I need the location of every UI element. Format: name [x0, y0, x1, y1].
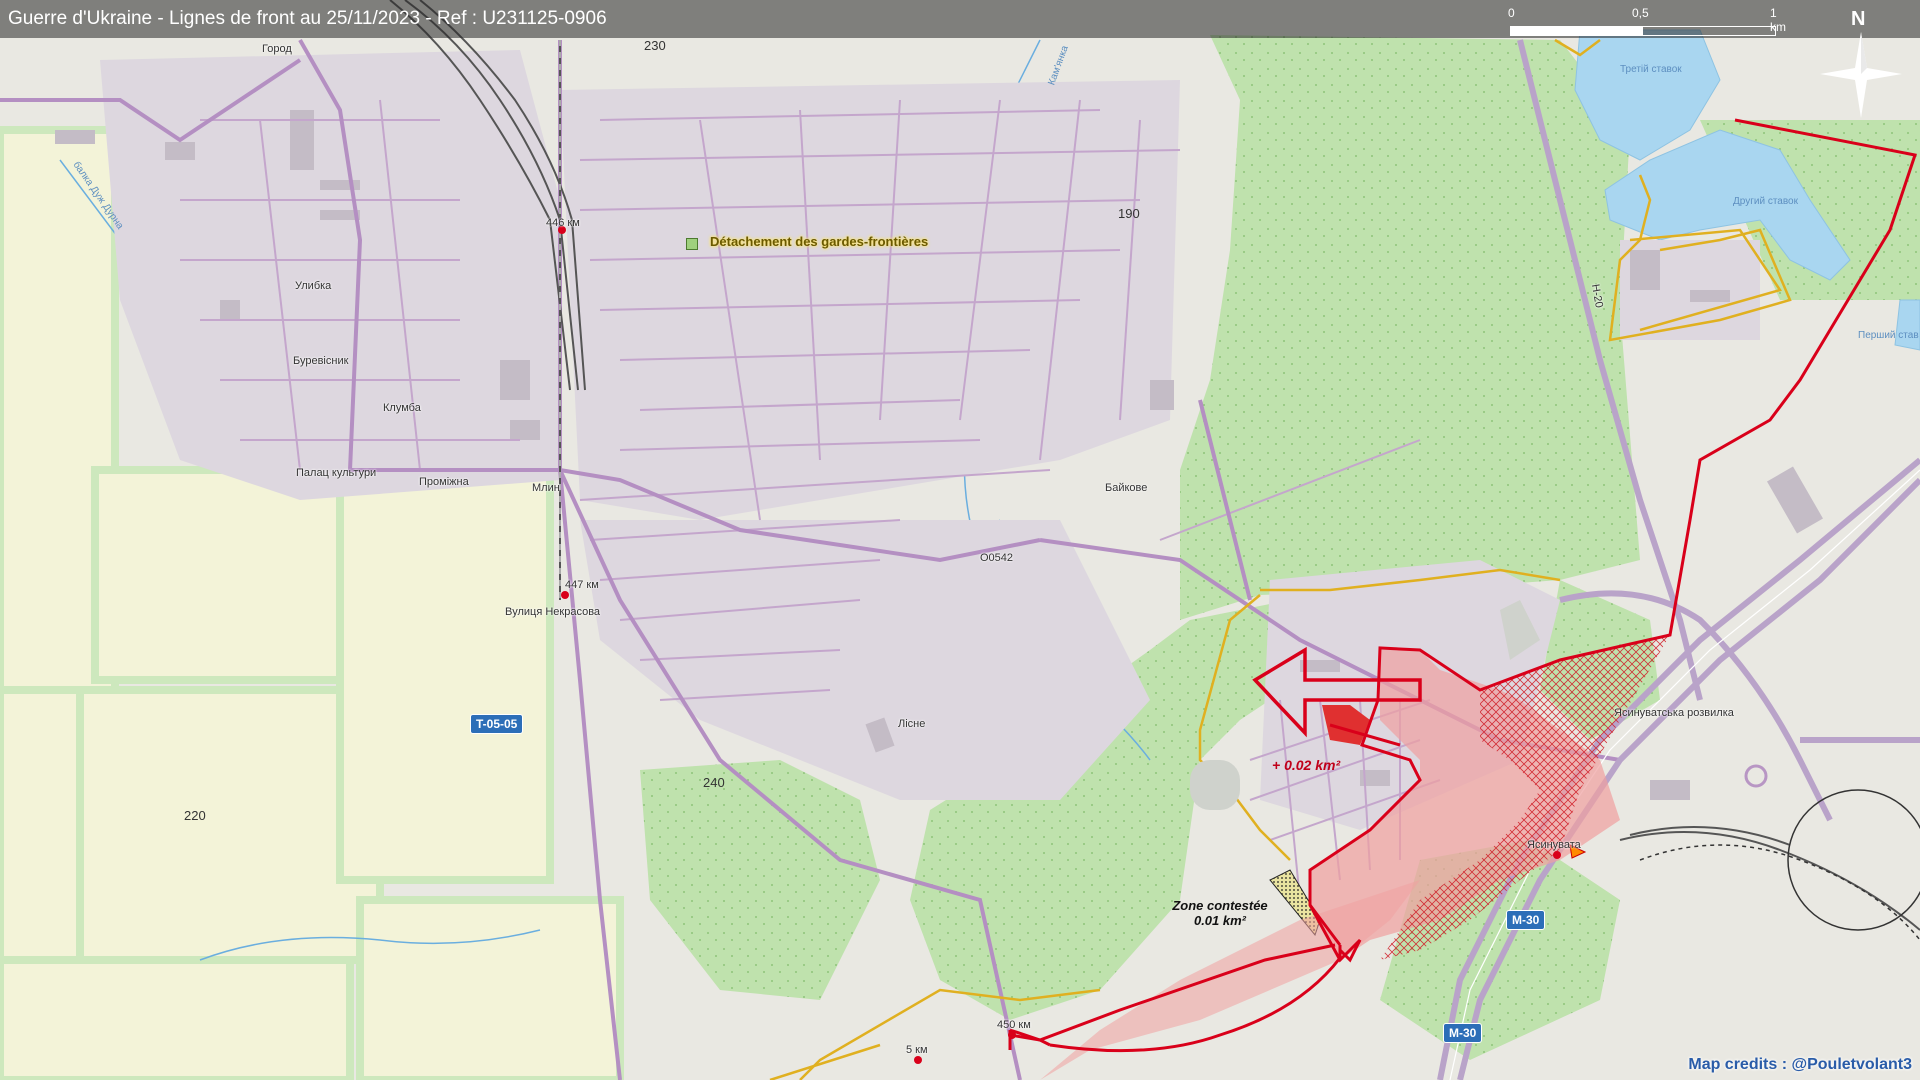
contested-zone-title: Zone contestée [1172, 898, 1268, 913]
road-label-o0542: O0542 [980, 552, 1014, 564]
scale-label-half: 0,5 [1632, 6, 1649, 20]
water-druhyi: Другий ставок [1733, 196, 1798, 207]
scale-segment-empty [1642, 26, 1776, 36]
elevation-190: 190 [1118, 206, 1140, 221]
elevation-240: 240 [703, 775, 725, 790]
place-lisne: Лісне [898, 718, 926, 730]
road-shield-t0505: T-05-05 [470, 714, 524, 734]
place-nekrasova: Вулиця Некрасова [505, 606, 601, 618]
place-km447: 447 км [565, 579, 599, 591]
compass-star-icon [1820, 32, 1902, 118]
road-shield-m30-a: M-30 [1506, 910, 1546, 930]
rail-station-dot-447 [561, 591, 569, 599]
water-pershyi: Перший став [1858, 330, 1919, 341]
place-klumba: Клумба [383, 402, 421, 414]
scale-label-0: 0 [1508, 6, 1515, 20]
place-burevisnyk: Буревісник [293, 355, 349, 367]
place-baikove: Байкове [1105, 482, 1148, 494]
place-km446: 446 км [546, 217, 580, 229]
rail-station-dot-450 [1008, 1031, 1016, 1039]
map-credits: Map credits : @Pouletvolant3 [1688, 1056, 1912, 1073]
clearing-gray [1190, 760, 1240, 810]
place-yasynuvata: Ясинувата [1527, 839, 1581, 851]
road-shield-m30-b: M-30 [1443, 1023, 1483, 1043]
scale-segment-filled [1510, 26, 1642, 36]
place-mlyn: Млин [532, 482, 560, 494]
map-canvas[interactable] [0, 0, 1920, 1080]
elevation-220: 220 [184, 808, 206, 823]
poi-border-guards: Détachement des gardes-frontières [710, 234, 929, 249]
place-ulybka: Улибка [295, 280, 332, 292]
border-guards-icon [686, 238, 698, 250]
map-title: Guerre d'Ukraine - Lignes de front au 25… [8, 8, 607, 29]
place-km5: 5 км [906, 1044, 928, 1056]
north-label: N [1851, 8, 1866, 30]
north-arrow: N [1818, 8, 1904, 118]
contested-zone-label: Zone contestée 0.01 km² [1160, 898, 1280, 928]
place-promizhna: Проміжна [419, 476, 469, 488]
elevation-230: 230 [644, 38, 666, 53]
place-km450: 450 км [997, 1019, 1031, 1031]
rail-station-dot-5km [914, 1056, 922, 1064]
rail-station-dot-yasyn [1553, 851, 1561, 859]
place-palats: Палац культури [296, 467, 377, 479]
gain-area-label: + 0.02 km² [1272, 757, 1341, 773]
water-tretiy: Третій ставок [1620, 64, 1682, 75]
scale-bar: 0 0,5 1 km [1508, 4, 1786, 38]
place-horod: Город [262, 43, 292, 55]
place-rozvylka: Ясинуватська розвилка [1614, 707, 1734, 719]
contested-zone-area: 0.01 km² [1193, 913, 1247, 928]
